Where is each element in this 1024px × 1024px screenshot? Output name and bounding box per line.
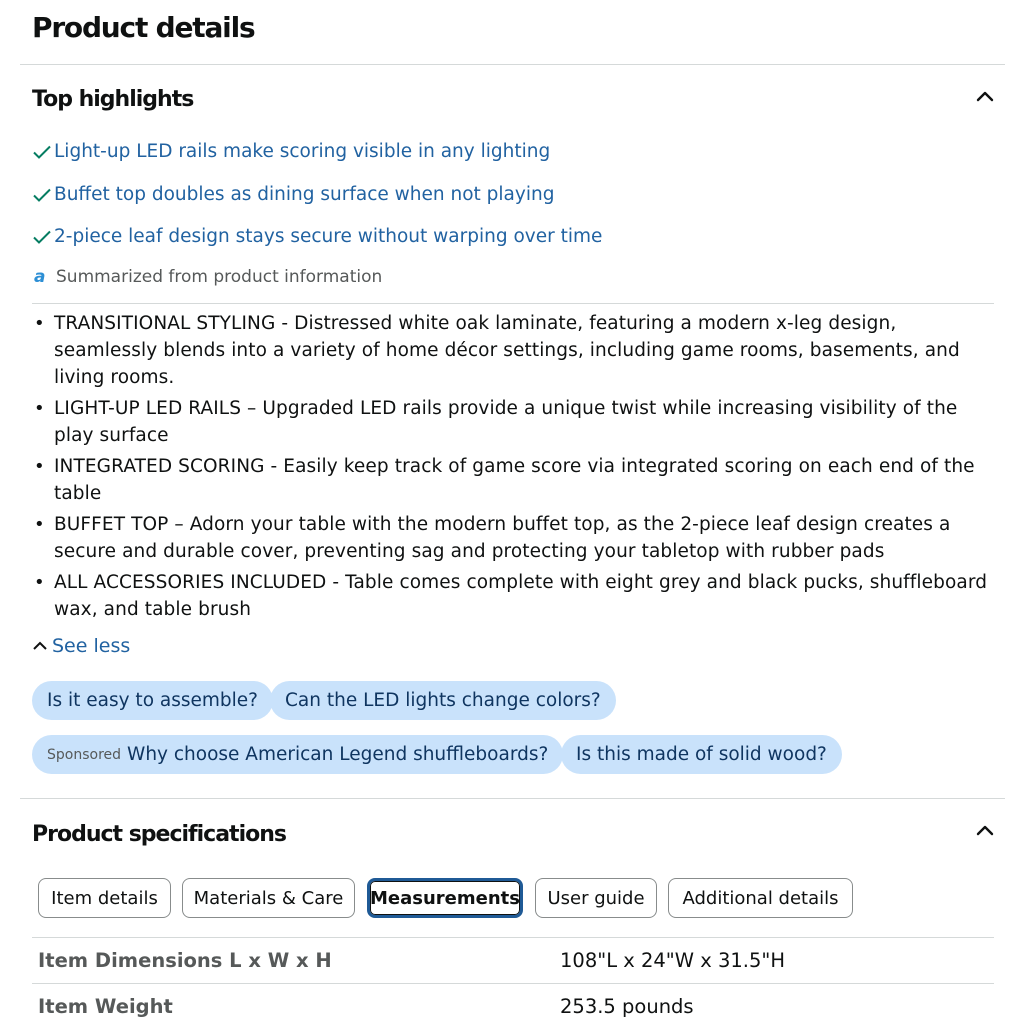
tab-label: Materials & Care — [193, 887, 344, 909]
feature-bullet: TRANSITIONAL STYLING - Distressed white … — [32, 310, 1002, 391]
feature-bullet: INTEGRATED SCORING - Easily keep track o… — [32, 453, 1002, 507]
divider — [32, 983, 994, 984]
feature-bullet: LIGHT-UP LED RAILS – Upgraded LED rails … — [32, 395, 1002, 449]
divider — [20, 798, 1005, 799]
collapse-top-highlights-button[interactable] — [970, 81, 1000, 111]
spec-value: 253.5 pounds — [560, 995, 694, 1018]
tab-materials-care[interactable]: Materials & Care — [182, 878, 355, 918]
highlight-item: Light-up LED rails make scoring visible … — [32, 139, 550, 165]
spec-value: 108"L x 24"W x 31.5"H — [560, 949, 786, 972]
tab-label: Measurements — [370, 887, 520, 909]
feature-bullet: ALL ACCESSORIES INCLUDED - Table comes c… — [32, 569, 1002, 623]
tab-item-details[interactable]: Item details — [38, 878, 171, 918]
tab-additional-details[interactable]: Additional details — [668, 878, 853, 918]
divider — [32, 937, 994, 938]
question-chip-label: Can the LED lights change colors? — [285, 690, 601, 711]
highlight-item: 2-piece leaf design stays secure without… — [32, 224, 602, 250]
product-specifications-title: Product specifications — [32, 822, 287, 847]
highlight-text: Buffet top doubles as dining surface whe… — [54, 184, 555, 205]
divider — [32, 303, 994, 304]
sponsored-question-chip[interactable]: Sponsored Why choose American Legend shu… — [32, 735, 564, 774]
tab-user-guide[interactable]: User guide — [535, 878, 657, 918]
highlight-text: 2-piece leaf design stays secure without… — [54, 226, 603, 247]
question-chip-label: Is it easy to assemble? — [47, 690, 258, 711]
question-chip[interactable]: Is it easy to assemble? — [32, 681, 273, 720]
tab-measurements[interactable]: Measurements — [367, 878, 523, 918]
highlight-item: Buffet top doubles as dining surface whe… — [32, 182, 554, 208]
ai-summary-icon: a — [34, 267, 46, 287]
summary-note: a Summarized from product information — [34, 265, 382, 289]
question-chip-label: Is this made of solid wood? — [576, 744, 827, 765]
tab-label: Item details — [51, 887, 158, 909]
spec-label: Item Dimensions L x W x H — [38, 949, 332, 972]
sponsored-label: Sponsored — [47, 746, 122, 763]
feature-bullet: BUFFET TOP – Adorn your table with the m… — [32, 511, 1002, 565]
spec-label: Item Weight — [38, 995, 173, 1018]
see-less-link[interactable]: See less — [32, 633, 130, 659]
top-highlights-title: Top highlights — [32, 87, 194, 112]
question-chip-label: Why choose American Legend shuffleboards… — [127, 744, 549, 765]
summary-note-text: Summarized from product information — [56, 267, 383, 287]
tab-label: Additional details — [682, 887, 839, 909]
checkmark-icon — [32, 229, 52, 245]
collapse-specifications-button[interactable] — [970, 815, 1000, 845]
page-title: Product details — [32, 11, 256, 44]
chevron-up-icon — [33, 641, 47, 650]
feature-bullet-list: TRANSITIONAL STYLING - Distressed white … — [32, 310, 1002, 627]
checkmark-icon — [32, 144, 52, 160]
chevron-up-icon — [976, 825, 994, 836]
tab-label: User guide — [547, 887, 645, 909]
checkmark-icon — [32, 187, 52, 203]
divider — [20, 64, 1005, 65]
question-chip[interactable]: Can the LED lights change colors? — [270, 681, 616, 720]
chevron-up-icon — [976, 91, 994, 102]
question-chip[interactable]: Is this made of solid wood? — [561, 735, 842, 774]
highlight-text: Light-up LED rails make scoring visible … — [54, 141, 551, 162]
see-less-label: See less — [52, 635, 131, 657]
